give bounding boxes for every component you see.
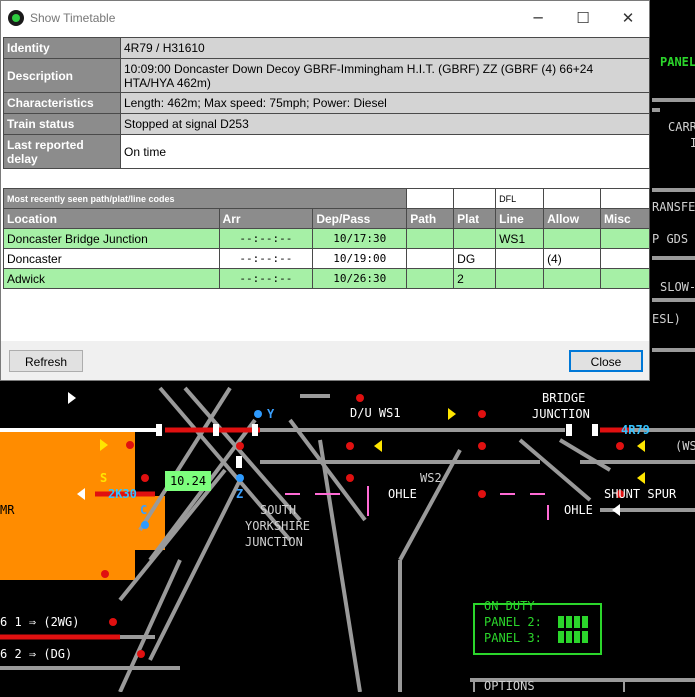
misc-cell xyxy=(600,268,650,289)
route-label: 6 2 ⇒ (DG) xyxy=(0,647,73,661)
info-label: Description xyxy=(3,58,121,93)
info-value: Stopped at signal D253 xyxy=(120,113,650,135)
line-label-ws2: WS2 xyxy=(420,471,442,485)
line-label-ws: (WS xyxy=(675,439,695,453)
ohle-label: OHLE xyxy=(564,503,593,517)
panel-2-status: PANEL 2: xyxy=(484,615,542,629)
dep-cell: 10/17:30 xyxy=(312,228,408,249)
location-cell: Doncaster xyxy=(3,248,220,269)
location-cell: Doncaster Bridge Junction xyxy=(3,228,220,249)
info-label: Identity xyxy=(3,37,121,59)
dep-cell: 10/26:30 xyxy=(312,268,408,289)
arr-cell: --:--:-- xyxy=(218,228,314,249)
panel-fragment-label: SLOW- xyxy=(660,280,695,294)
plat-cell: DG xyxy=(453,248,497,269)
column-header: Location xyxy=(3,208,220,229)
location-cell: Adwick xyxy=(3,268,220,289)
table-row[interactable]: Doncaster --:--:-- 10/19:00 DG (4) xyxy=(3,248,650,269)
dialog-footer: Refresh Close xyxy=(1,341,649,380)
column-header: Plat xyxy=(453,208,497,229)
info-value: 4R79 / H31610 xyxy=(120,37,650,59)
path-cell xyxy=(406,248,455,269)
ohle-label: OHLE xyxy=(388,487,417,501)
signal-label-s: S xyxy=(100,471,108,485)
panel-3-status: PANEL 3: xyxy=(484,631,542,645)
path-codes-caption: Most recently seen path/plat/line codes xyxy=(2,188,408,209)
info-row: Last reported delay On time xyxy=(3,134,650,169)
info-value: 10:09:00 Doncaster Down Decoy GBRF-Immin… xyxy=(120,58,650,93)
info-label: Last reported delay xyxy=(3,134,121,169)
info-row: Identity 4R79 / H31610 xyxy=(3,37,650,59)
minimize-icon[interactable]: ─ xyxy=(515,1,561,35)
header-row: Location Arr Dep/Pass Path Plat Line All… xyxy=(3,208,650,229)
column-header: Arr xyxy=(218,208,314,229)
table-row[interactable]: Adwick --:--:-- 10/26:30 2 xyxy=(3,268,650,289)
allow-cell: (4) xyxy=(543,248,601,269)
panel-fragment-label: RANSFE xyxy=(652,200,695,214)
close-icon[interactable]: ✕ xyxy=(605,1,651,35)
arr-cell: --:--:-- xyxy=(218,248,314,269)
app-icon xyxy=(8,10,24,26)
refresh-button[interactable]: Refresh xyxy=(9,350,83,372)
allow-cell xyxy=(543,268,601,289)
info-row: Description 10:09:00 Doncaster Down Deco… xyxy=(3,58,650,93)
info-label: Characteristics xyxy=(3,92,121,114)
line-cell xyxy=(495,268,545,289)
path-codes-table: Most recently seen path/plat/line codes … xyxy=(2,188,650,289)
column-header: Allow xyxy=(543,208,601,229)
caption-row: Most recently seen path/plat/line codes … xyxy=(2,188,650,209)
column-header: Misc xyxy=(600,208,650,229)
close-button[interactable]: Close xyxy=(569,350,643,372)
maximize-icon[interactable]: ☐ xyxy=(560,1,606,35)
route-label: 6 1 ⇒ (2WG) xyxy=(0,615,80,629)
plat-cell: 2 xyxy=(453,268,497,289)
info-label: Train status xyxy=(3,113,121,135)
time-box: 10.24 xyxy=(165,471,211,491)
column-header: Dep/Pass xyxy=(312,208,408,229)
table-row[interactable]: Doncaster Bridge Junction --:--:-- 10/17… xyxy=(3,228,650,249)
train-berth-2k30[interactable]: 2K30 xyxy=(108,487,137,501)
panel-fragment-label: I xyxy=(690,136,695,150)
misc-cell xyxy=(600,248,650,269)
bridge-junction-label: BRIDGE xyxy=(542,391,586,405)
signal-label-c: C xyxy=(140,503,148,517)
title-bar[interactable]: Show Timetable ─ ☐ ✕ xyxy=(1,1,649,35)
info-value: On time xyxy=(120,134,650,169)
arr-cell: --:--:-- xyxy=(218,268,314,289)
south-yorkshire-junction-label: YORKSHIRE xyxy=(245,519,311,533)
path-cell xyxy=(406,228,455,249)
column-header: Line xyxy=(495,208,545,229)
info-value: Length: 462m; Max speed: 75mph; Power: D… xyxy=(120,92,650,114)
panel-fragment-label: ESL) xyxy=(652,312,681,326)
info-row: Train status Stopped at signal D253 xyxy=(3,113,650,135)
line-code: DFL xyxy=(495,188,545,209)
line-cell: WS1 xyxy=(495,228,545,249)
info-row: Characteristics Length: 462m; Max speed:… xyxy=(3,92,650,114)
signal-label-y: Y xyxy=(267,407,275,421)
line-label-du-ws1: D/U WS1 xyxy=(350,406,401,420)
panel-fragment-label: P GDS xyxy=(652,232,689,246)
panel-fragment-label: PANEL xyxy=(660,55,695,69)
timetable-content: Identity 4R79 / H31610 Description 10:09… xyxy=(1,35,650,341)
dep-cell: 10/19:00 xyxy=(312,248,408,269)
train-berth-4r79[interactable]: 4R79 xyxy=(621,423,650,437)
panel-fragment-label: CARR xyxy=(668,120,695,134)
misc-cell xyxy=(600,228,650,249)
on-duty-label: ON DUTY xyxy=(484,599,535,613)
plat-cell xyxy=(453,228,497,249)
train-info-table: Identity 4R79 / H31610 Description 10:09… xyxy=(3,37,650,169)
platform-label: MR xyxy=(0,503,15,517)
shunt-spur-label: SHUNT SPUR xyxy=(604,487,677,501)
signal-label-z: Z xyxy=(236,487,244,501)
south-yorkshire-junction-label: JUNCTION xyxy=(245,535,303,549)
line-cell xyxy=(495,248,545,269)
options-button[interactable]: OPTIONS xyxy=(484,679,535,693)
bridge-junction-label: JUNCTION xyxy=(532,407,590,421)
south-yorkshire-junction-label: SOUTH xyxy=(260,503,297,517)
column-header: Path xyxy=(406,208,455,229)
show-timetable-window: Show Timetable ─ ☐ ✕ Identity 4R79 / H31… xyxy=(0,0,650,381)
window-title: Show Timetable xyxy=(30,11,116,25)
allow-cell xyxy=(543,228,601,249)
path-cell xyxy=(406,268,455,289)
